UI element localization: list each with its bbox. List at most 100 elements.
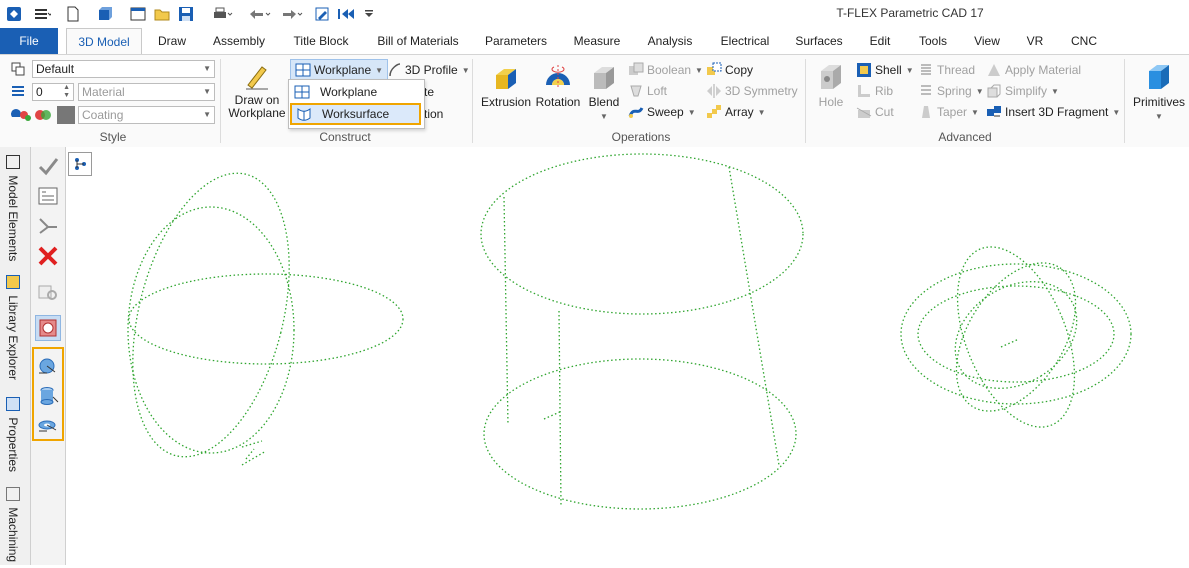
tab-parameters[interactable]: Parameters	[480, 28, 552, 54]
save-icon[interactable]	[176, 4, 196, 24]
layers-icon	[10, 83, 28, 102]
3d-viewport[interactable]	[66, 147, 1189, 565]
tab-bill-of-materials[interactable]: Bill of Materials	[370, 28, 466, 54]
tab-3d-model[interactable]: 3D Model	[66, 28, 142, 54]
cylinder-wireframe[interactable]	[480, 153, 804, 510]
tab-analysis[interactable]: Analysis	[640, 28, 700, 54]
menu-lines-icon[interactable]	[30, 4, 54, 24]
new-file-icon[interactable]	[62, 4, 84, 24]
hidden-item-1[interactable]: te	[424, 83, 434, 101]
primitives-button[interactable]: Primitives ▼	[1130, 61, 1188, 123]
undo-icon[interactable]	[244, 4, 274, 24]
edit-icon[interactable]	[312, 4, 332, 24]
cut-icon	[856, 104, 872, 120]
app-menu-icon[interactable]	[4, 4, 24, 24]
customize-icon[interactable]	[362, 4, 376, 24]
tab-assembly[interactable]: Assembly	[206, 28, 272, 54]
rotation-button[interactable]: Rotation	[534, 61, 582, 109]
shell-button[interactable]: Shell ▼	[856, 60, 914, 80]
torus-wireframe[interactable]	[900, 230, 1132, 444]
tab-edit[interactable]: Edit	[862, 28, 898, 54]
side-tab-machining[interactable]: Machining	[6, 487, 20, 562]
cut-button[interactable]: Cut	[856, 102, 894, 122]
copy-button[interactable]: Copy	[706, 60, 753, 80]
tab-draw[interactable]: Draw	[150, 28, 194, 54]
chevron-down-icon: ▼	[1155, 112, 1163, 121]
simplify-button[interactable]: Simplify ▼	[986, 81, 1059, 101]
hidden-item-2[interactable]: tion	[424, 105, 443, 123]
workplane-icon	[294, 84, 310, 100]
wireframe-scene[interactable]	[66, 147, 1189, 565]
3d-profile-button[interactable]: 3D Profile ▼	[386, 60, 470, 80]
spring-button[interactable]: Spring ▼	[918, 81, 984, 101]
open-model-icon[interactable]	[94, 4, 116, 24]
3d-symmetry-button[interactable]: 3D Symmetry	[706, 81, 798, 101]
window-icon[interactable]	[128, 4, 148, 24]
tab-vr[interactable]: VR	[1020, 28, 1050, 54]
separator	[1124, 59, 1125, 143]
rib-button[interactable]: Rib	[856, 81, 893, 101]
tab-view[interactable]: View	[968, 28, 1006, 54]
extrusion-button[interactable]: Extrusion	[480, 61, 532, 109]
blend-button[interactable]: Blend ▼	[584, 61, 624, 123]
chevron-down-icon: ▼	[203, 64, 211, 73]
boolean-button[interactable]: Boolean ▼	[628, 60, 703, 80]
cancel-x-icon[interactable]	[35, 243, 61, 269]
draw-on-workplane-button[interactable]: Draw on Workplane	[226, 61, 288, 120]
sweep-button[interactable]: Sweep ▼	[628, 102, 696, 122]
redo-icon[interactable]	[276, 4, 306, 24]
color-swatch[interactable]	[57, 106, 75, 124]
print-icon[interactable]	[210, 4, 236, 24]
open-folder-icon[interactable]	[152, 4, 172, 24]
apply-material-button[interactable]: Apply Material	[986, 60, 1081, 80]
insert-3d-fragment-button[interactable]: Insert 3D Fragment ▼	[986, 102, 1120, 122]
tab-electrical[interactable]: Electrical	[712, 28, 778, 54]
layer-spinner[interactable]: 0 ▲ ▼	[32, 83, 74, 101]
operations-group-label: Operations	[611, 130, 671, 144]
shell-icon	[856, 62, 872, 78]
menu-item-worksurface[interactable]: Worksurface	[290, 103, 421, 125]
3d-symmetry-label: 3D Symmetry	[725, 84, 798, 98]
tab-tools[interactable]: Tools	[912, 28, 954, 54]
chevron-down-icon: ▼	[971, 107, 979, 117]
thread-button[interactable]: Thread	[918, 60, 975, 80]
side-tab-model-elements[interactable]: Model Elements	[6, 155, 20, 261]
surface-tools-highlight	[32, 347, 64, 441]
chevron-down-icon: ▼	[905, 65, 914, 75]
side-tab-properties-label: Properties	[6, 417, 20, 473]
tab-surfaces[interactable]: Surfaces	[790, 28, 848, 54]
chevron-down-icon: ▼	[375, 65, 384, 75]
menu-item-workplane[interactable]: Workplane	[290, 81, 421, 103]
back-icon[interactable]	[334, 4, 362, 24]
rib-icon	[856, 83, 872, 99]
taper-button[interactable]: Taper ▼	[918, 102, 979, 122]
chevron-down-icon: ▼	[687, 107, 696, 117]
loft-icon	[628, 83, 644, 99]
color-circles-icon[interactable]	[34, 107, 54, 126]
tab-cnc[interactable]: CNC	[1064, 28, 1104, 54]
workplane-button[interactable]: Workplane ▼	[290, 59, 389, 81]
ok-check-icon[interactable]	[35, 153, 61, 179]
sweep-icon	[628, 104, 644, 120]
material-combo[interactable]: Material ▼	[78, 83, 215, 101]
tab-file[interactable]: File	[0, 28, 58, 54]
array-button[interactable]: Array ▼	[706, 102, 766, 122]
parameters-icon[interactable]	[35, 183, 61, 209]
sphere-wireframe[interactable]	[106, 157, 404, 473]
color-palette-icon[interactable]	[10, 107, 32, 126]
tab-measure[interactable]: Measure	[566, 28, 628, 54]
side-tab-library-explorer[interactable]: Library Explorer	[6, 275, 20, 380]
chevron-down-icon: ▼	[1112, 107, 1121, 117]
model-tree-toggle-icon[interactable]	[68, 152, 92, 176]
loft-button[interactable]: Loft	[628, 81, 667, 101]
style-combo[interactable]: Default ▼	[32, 60, 215, 78]
side-tab-properties[interactable]: Properties	[6, 397, 20, 472]
tab-title-block[interactable]: Title Block	[286, 28, 356, 54]
hole-button[interactable]: Hole	[812, 61, 850, 109]
preview-icon[interactable]	[35, 279, 61, 305]
chevron-down-icon: ▼	[757, 107, 766, 117]
connect-icon[interactable]	[35, 213, 61, 239]
taper-label: Taper	[937, 105, 968, 119]
worksurface-mode-icon[interactable]	[35, 315, 61, 341]
coating-combo[interactable]: Coating ▼	[78, 106, 215, 124]
